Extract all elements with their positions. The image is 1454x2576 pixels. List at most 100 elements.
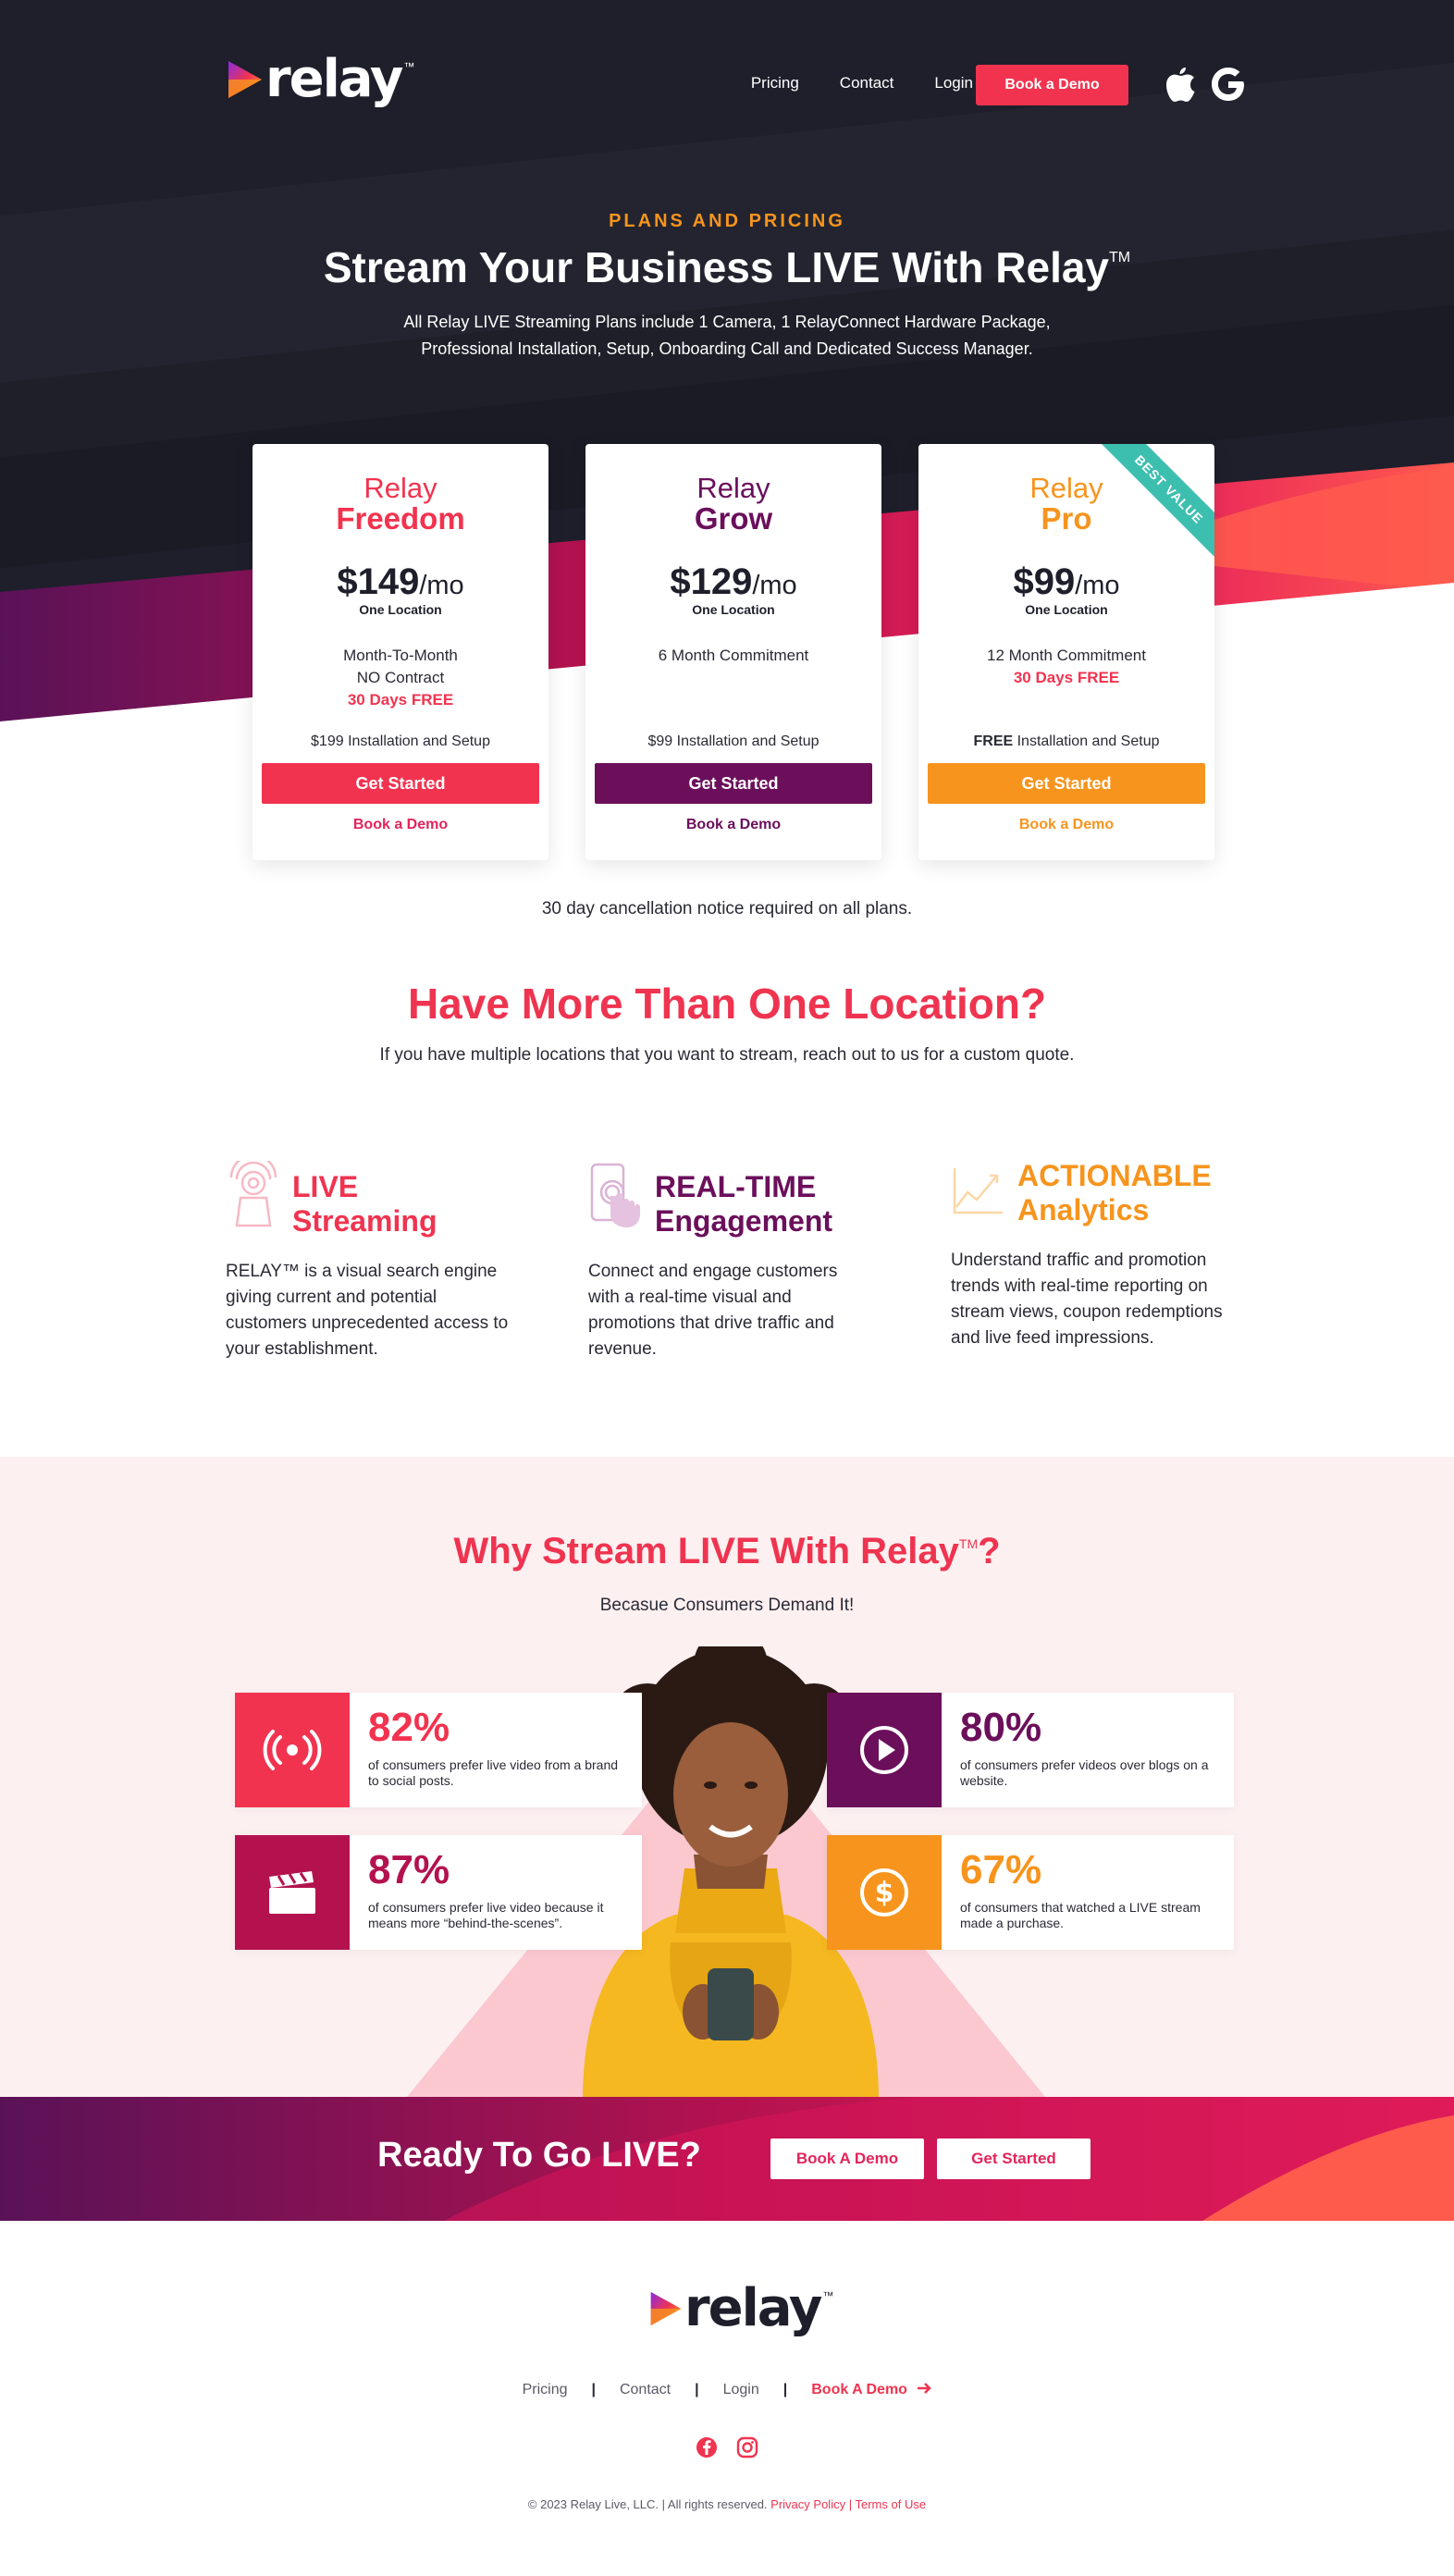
footer-separator: |	[591, 2382, 596, 2397]
plan-book-demo-link[interactable]: Book a Demo	[585, 817, 881, 833]
header-logo[interactable]: relay ™	[225, 54, 414, 105]
footer-separator: |	[848, 2497, 853, 2511]
stat-card-87: 87% of consumers prefer live video becau…	[235, 1835, 642, 1950]
plan-book-demo-link[interactable]: Book a Demo	[253, 817, 548, 833]
stat-description: of consumers prefer videos over blogs on…	[960, 1757, 1209, 1788]
footer-separator: |	[782, 2382, 788, 2397]
top-nav: relay ™ Pricing Contact Login Book a Dem…	[0, 0, 1454, 166]
plan-setup-text: $199 Installation and Setup	[311, 733, 490, 750]
plan-price: $99/mo	[918, 563, 1214, 600]
stat-card-82: 82% of consumers prefer live video from …	[235, 1693, 642, 1807]
footer-book-demo-link[interactable]: Book A Demo	[811, 2382, 932, 2398]
nav-links: Pricing Contact Login	[751, 74, 973, 92]
feature-title-line: Engagement	[655, 1204, 833, 1238]
plan-free-trial: 30 Days FREE	[347, 691, 454, 709]
page: relay ™ Pricing Contact Login Book a Dem…	[0, 0, 1454, 2576]
plan-card-pro: BEST VALUE Relay Pro $99/mo One Location…	[918, 444, 1214, 860]
plan-setup-text: Installation and Setup	[1013, 733, 1160, 750]
cta-band: Ready To Go LIVE? Book A Demo Get Starte…	[0, 2097, 1454, 2221]
footer-copyright: © 2023 Relay Live, LLC. | All rights res…	[0, 2497, 1454, 2511]
nav-contact[interactable]: Contact	[840, 74, 894, 92]
plan-get-started-button[interactable]: Get Started	[595, 763, 872, 805]
stat-percent: 87%	[368, 1847, 450, 1892]
plan-terms: 6 Month Commitment	[585, 645, 881, 733]
footer-pricing-link[interactable]: Pricing	[523, 2382, 568, 2398]
stat-percent: 67%	[960, 1847, 1042, 1892]
feature-title: REAL-TIME Engagement	[655, 1170, 914, 1239]
google-icon[interactable]	[1210, 65, 1247, 104]
play-icon	[827, 1693, 942, 1807]
copyright-text: © 2023 Relay Live, LLC. | All rights res…	[527, 2497, 768, 2511]
feature-title-line: LIVE	[292, 1170, 359, 1203]
feature-title: LIVE Streaming	[292, 1170, 551, 1239]
phone-tap-icon	[590, 1163, 640, 1227]
nav-pricing[interactable]: Pricing	[751, 74, 799, 92]
plan-terms: Month-To-Month NO Contract 30 Days FREE	[253, 645, 548, 733]
pricing-eyebrow: PLANS AND PRICING	[609, 211, 845, 231]
feature-title: ACTIONABLE Analytics	[1017, 1159, 1276, 1227]
plan-price-period: /mo	[752, 571, 797, 601]
plan-name: Grow	[694, 501, 773, 536]
plan-term: 12 Month Commitment	[987, 647, 1146, 665]
plan-setup-text: $99 Installation and Setup	[647, 733, 819, 750]
stat-percent: 82%	[368, 1705, 450, 1750]
privacy-policy-link[interactable]: Privacy Policy	[770, 2497, 845, 2511]
cta-gradient	[0, 2097, 1454, 2221]
footer-contact-link[interactable]: Contact	[620, 2382, 671, 2398]
logo-wordmark: relay	[265, 49, 403, 109]
plan-card-freedom: Relay Freedom $149/mo One Location Month…	[253, 444, 548, 860]
plan-price-amount: $149	[337, 561, 420, 603]
stat-card-80: 80% of consumers prefer videos over blog…	[827, 1693, 1234, 1807]
logo-trademark: ™	[822, 2289, 834, 2302]
hero-title-tm: TM	[1109, 250, 1131, 265]
why-subtitle: Becasue Consumers Demand It!	[599, 1596, 855, 1615]
footer-book-demo-label: Book A Demo	[811, 2382, 907, 2397]
feature-title-line: Analytics	[1017, 1193, 1150, 1226]
footer-nav: Pricing | Contact | Login | Book A Demo	[0, 2382, 1454, 2398]
cta-book-demo-button[interactable]: Book A Demo	[770, 2138, 924, 2179]
feature-description: RELAY™ is a visual search engine giving …	[226, 1262, 509, 1359]
logo-trademark: ™	[403, 60, 415, 73]
plan-terms: 12 Month Commitment 30 Days FREE	[918, 645, 1214, 733]
plan-location: One Location	[692, 602, 775, 618]
why-title-text: Why Stream LIVE With Relay	[453, 1531, 959, 1571]
hero-subtitle-line: Professional Installation, Setup, Onboar…	[421, 339, 1033, 358]
footer-login-link[interactable]: Login	[723, 2382, 759, 2398]
plan-price: $129/mo	[585, 563, 881, 600]
stat-description: of consumers prefer live video from a br…	[368, 1757, 619, 1788]
feature-title-line: Streaming	[292, 1204, 437, 1238]
hero-title-text: Stream Your Business LIVE With Relay	[323, 243, 1110, 291]
arrow-right-icon	[918, 2383, 932, 2394]
plan-book-demo-link[interactable]: Book a Demo	[918, 817, 1214, 833]
why-title: Why Stream LIVE With RelayTM?	[0, 1531, 1454, 1572]
plan-term: NO Contract	[356, 669, 445, 687]
instagram-icon[interactable]	[736, 2436, 758, 2459]
terms-of-use-link[interactable]: Terms of Use	[856, 2497, 927, 2511]
stat-percent: 80%	[960, 1705, 1042, 1750]
plan-setup: $99 Installation and Setup	[585, 733, 881, 750]
footer-logo[interactable]: relay ™	[647, 2283, 833, 2335]
plan-price-amount: $99	[1013, 561, 1076, 603]
cta-get-started-button[interactable]: Get Started	[937, 2138, 1090, 2179]
plan-price-period: /mo	[419, 571, 464, 601]
plan-get-started-button[interactable]: Get Started	[928, 763, 1205, 805]
plan-price-period: /mo	[1075, 571, 1120, 601]
nav-book-demo-button[interactable]: Book a Demo	[976, 65, 1128, 105]
feature-title-line: REAL-TIME	[655, 1170, 817, 1203]
dollar-icon: $	[827, 1835, 942, 1950]
plan-term: Month-To-Month	[343, 647, 458, 665]
facebook-icon[interactable]	[696, 2436, 718, 2459]
relay-logo-icon	[650, 2291, 682, 2326]
plan-location: One Location	[359, 602, 442, 618]
plan-get-started-button[interactable]: Get Started	[262, 763, 539, 805]
multi-location-subtitle: If you have multiple locations that you …	[379, 1045, 1075, 1065]
apple-icon[interactable]	[1164, 65, 1197, 104]
footer-social	[0, 2436, 1454, 2459]
logo-wordmark: relay	[684, 2278, 822, 2338]
plan-location: One Location	[1025, 602, 1108, 618]
why-title-tm: TM	[958, 1536, 979, 1551]
hero-subtitle: All Relay LIVE Streaming Plans include 1…	[0, 309, 1454, 363]
nav-login[interactable]: Login	[934, 74, 973, 92]
plan-name: Freedom	[336, 501, 465, 536]
feature-title-line: ACTIONABLE	[1017, 1159, 1212, 1192]
